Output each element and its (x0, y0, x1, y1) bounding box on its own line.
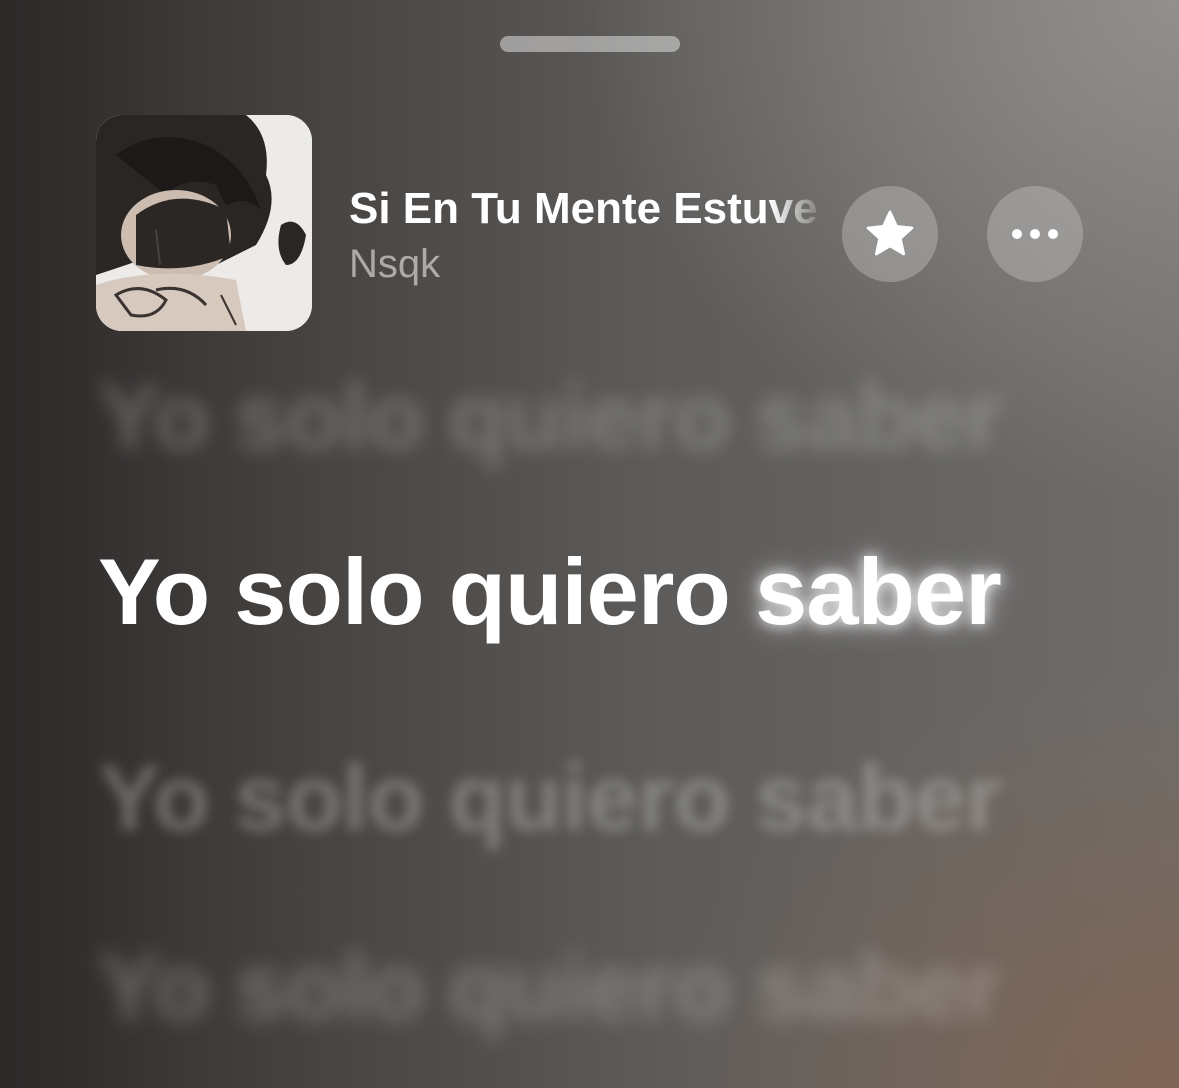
track-artist[interactable]: Nsqk (349, 239, 827, 289)
album-artwork[interactable] (96, 115, 312, 331)
lyric-sung-words: Yo solo quiero (98, 539, 731, 644)
track-info[interactable]: Si En Tu Mente Estuve Nsqk (349, 183, 827, 289)
more-options-button[interactable] (987, 186, 1083, 282)
album-artwork-image (96, 115, 312, 331)
star-icon (866, 210, 914, 256)
sheet-grabber[interactable] (500, 36, 680, 52)
track-title: Si En Tu Mente Estuve (349, 184, 818, 233)
lyric-active-word: saber (754, 539, 1002, 644)
ellipsis-icon (1012, 229, 1058, 239)
favorite-button[interactable] (842, 186, 938, 282)
lyric-line-previous[interactable]: Yo solo quiero saber (98, 362, 1002, 472)
lyric-line-current[interactable]: Yo solo quiero saber (98, 537, 1002, 647)
lyric-line-next[interactable]: Yo solo quiero saber (98, 743, 1002, 853)
lyric-line-next[interactable]: Yo solo quiero saber (98, 932, 1002, 1042)
lyrics-screen: Si En Tu Mente Estuve Nsqk Yo solo quier… (0, 0, 1179, 1088)
